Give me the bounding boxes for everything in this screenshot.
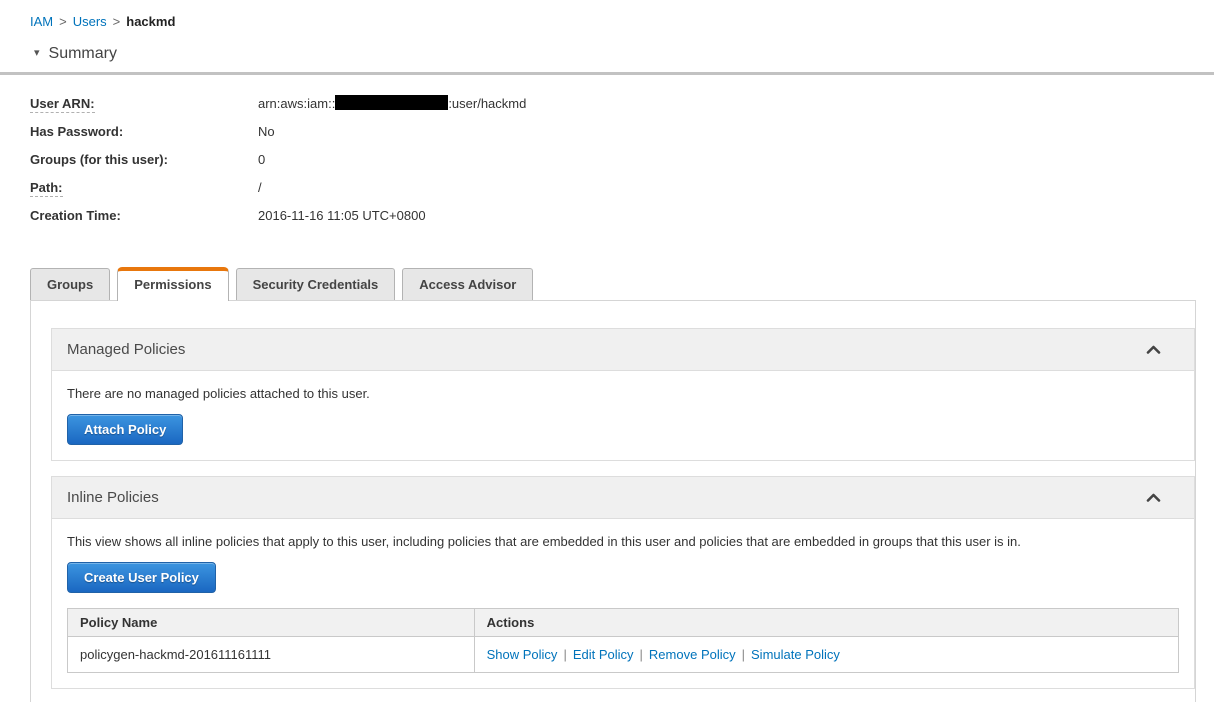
inline-policies-header[interactable]: Inline Policies bbox=[52, 477, 1194, 519]
collapse-chevron-icon[interactable] bbox=[1146, 345, 1161, 354]
groups-label: Groups (for this user): bbox=[30, 151, 168, 167]
field-row-has-password: Has Password: No bbox=[30, 117, 1184, 145]
groups-value: 0 bbox=[258, 151, 266, 167]
inline-policies-section: Inline Policies This view shows all inli… bbox=[51, 476, 1195, 689]
collapse-chevron-icon[interactable] bbox=[1146, 493, 1161, 502]
tab-groups[interactable]: Groups bbox=[30, 268, 111, 300]
creation-time-label: Creation Time: bbox=[30, 207, 121, 223]
breadcrumb-separator: > bbox=[112, 14, 121, 29]
inline-policies-table: Policy Name Actions policygen-hackmd-201… bbox=[67, 608, 1180, 673]
breadcrumb-link-iam[interactable]: IAM bbox=[30, 14, 53, 29]
show-policy-link[interactable]: Show Policy bbox=[487, 647, 558, 662]
collapse-triangle-icon: ▾ bbox=[34, 47, 40, 59]
inline-policies-title: Inline Policies bbox=[67, 489, 159, 506]
table-header-row: Policy Name Actions bbox=[67, 608, 1180, 637]
permissions-tab-panel: Managed Policies There are no managed po… bbox=[30, 300, 1196, 702]
breadcrumb-current: hackmd bbox=[126, 14, 176, 29]
path-value: / bbox=[258, 179, 262, 195]
actions-column-header: Actions bbox=[473, 608, 1180, 637]
remove-policy-link[interactable]: Remove Policy bbox=[649, 647, 736, 662]
user-arn-value: arn:aws:iam:::user/hackmd bbox=[258, 95, 527, 111]
managed-policies-body: There are no managed policies attached t… bbox=[52, 371, 1194, 460]
policy-name-column-header: Policy Name bbox=[67, 608, 475, 637]
creation-time-value: 2016-11-16 11:05 UTC+0800 bbox=[258, 207, 426, 223]
field-row-path: Path: / bbox=[30, 173, 1184, 201]
has-password-label: Has Password: bbox=[30, 123, 124, 139]
inline-policies-body: This view shows all inline policies that… bbox=[52, 519, 1194, 688]
managed-policies-title: Managed Policies bbox=[67, 341, 186, 358]
tab-security-credentials[interactable]: Security Credentials bbox=[235, 268, 396, 300]
field-row-user-arn: User ARN: arn:aws:iam:::user/hackmd bbox=[30, 89, 1184, 117]
summary-title: Summary bbox=[48, 45, 117, 62]
managed-policies-section: Managed Policies There are no managed po… bbox=[51, 328, 1195, 461]
field-row-creation-time: Creation Time: 2016-11-16 11:05 UTC+0800 bbox=[30, 201, 1184, 229]
managed-policies-header[interactable]: Managed Policies bbox=[52, 329, 1194, 371]
action-separator: | bbox=[741, 647, 746, 662]
action-separator: | bbox=[563, 647, 567, 662]
path-label: Path: bbox=[30, 179, 63, 197]
summary-fields: User ARN: arn:aws:iam:::user/hackmd Has … bbox=[30, 89, 1184, 229]
policy-name-cell: policygen-hackmd-201611161111 bbox=[67, 636, 475, 673]
summary-section-toggle[interactable]: ▾ Summary bbox=[0, 45, 1214, 75]
has-password-value: No bbox=[258, 123, 275, 139]
action-separator: | bbox=[639, 647, 643, 662]
breadcrumb-link-users[interactable]: Users bbox=[73, 14, 107, 29]
table-row: policygen-hackmd-201611161111 Show Polic… bbox=[67, 636, 1180, 673]
user-arn-label: User ARN: bbox=[30, 95, 95, 113]
simulate-policy-link[interactable]: Simulate Policy bbox=[751, 647, 840, 662]
tab-bar: Groups Permissions Security Credentials … bbox=[30, 267, 1214, 301]
inline-policies-description: This view shows all inline policies that… bbox=[67, 534, 1021, 549]
create-user-policy-button[interactable]: Create User Policy bbox=[67, 562, 216, 593]
breadcrumb: IAM > Users > hackmd bbox=[0, 0, 1214, 29]
tab-permissions[interactable]: Permissions bbox=[117, 267, 229, 301]
attach-policy-button[interactable]: Attach Policy bbox=[67, 414, 184, 445]
redacted-account-id bbox=[335, 95, 449, 110]
edit-policy-link[interactable]: Edit Policy bbox=[573, 647, 634, 662]
policy-actions-cell: Show Policy | Edit Policy | Remove Policy | Si… bbox=[473, 636, 1180, 673]
managed-policies-empty-text: There are no managed policies attached t… bbox=[67, 386, 370, 401]
breadcrumb-separator: > bbox=[59, 14, 67, 29]
tab-access-advisor[interactable]: Access Advisor bbox=[402, 268, 534, 300]
field-row-groups: Groups (for this user): 0 bbox=[30, 145, 1184, 173]
